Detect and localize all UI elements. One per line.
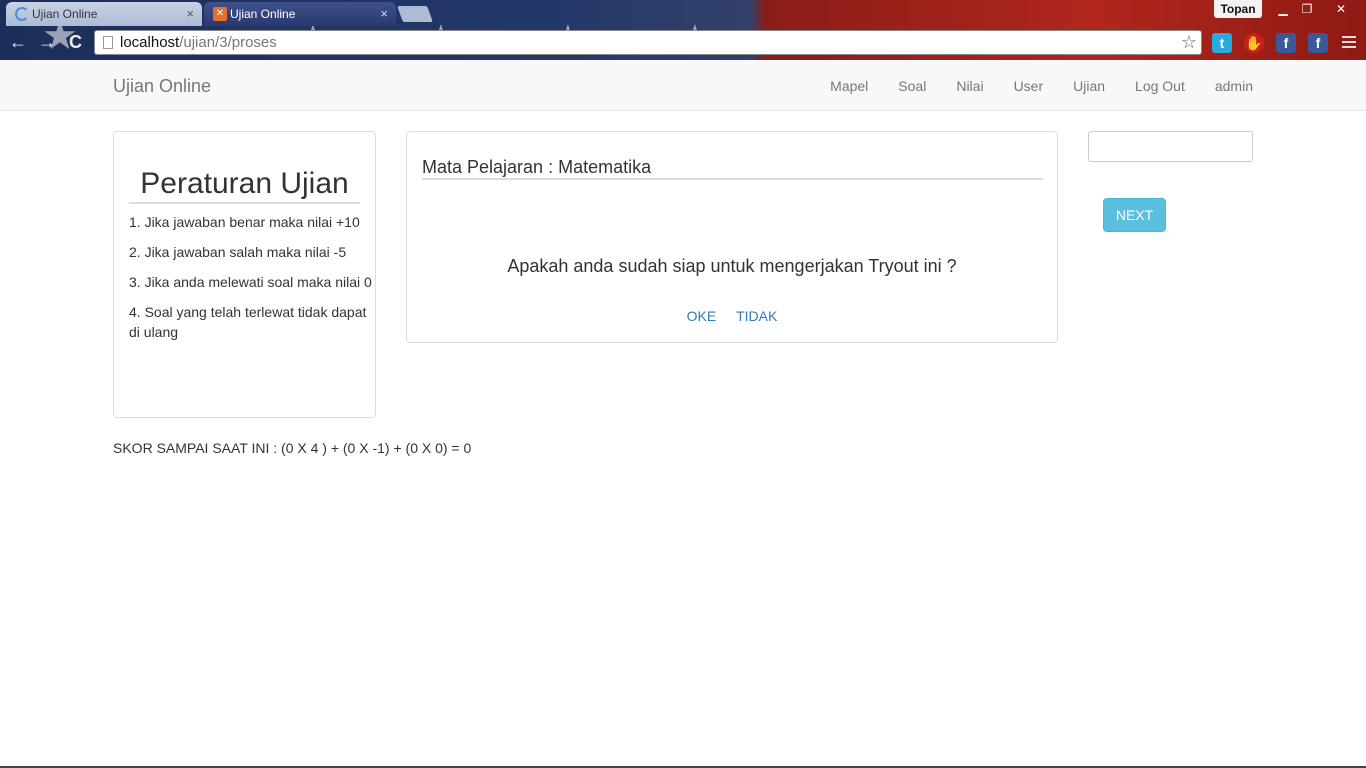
close-icon[interactable]: × <box>186 6 194 21</box>
twitter-icon[interactable]: t <box>1212 33 1232 53</box>
rules-list: 1. Jika jawaban benar maka nilai +10 2. … <box>129 212 375 352</box>
confirm-actions: OKE TIDAK <box>407 308 1057 324</box>
nav-link-mapel[interactable]: Mapel <box>815 60 883 110</box>
tab-title: Ujian Online <box>230 7 296 21</box>
browser-chrome: ★ ★ ★ ★ ★ Ujian Online × ✕ Ujian Online … <box>0 0 1366 60</box>
subject-heading: Mata Pelajaran : Matematika <box>422 156 1043 180</box>
page-icon <box>103 36 113 49</box>
nav-link-user[interactable]: User <box>999 60 1059 110</box>
back-button[interactable]: ← <box>9 32 27 52</box>
exam-panel: Mata Pelajaran : Matematika Apakah anda … <box>406 131 1058 343</box>
loading-icon <box>15 7 29 21</box>
navbar: Ujian Online Mapel Soal Nilai User Ujian… <box>0 60 1366 111</box>
close-icon[interactable]: × <box>380 6 388 21</box>
rules-title: Peraturan Ujian <box>129 166 360 204</box>
new-tab-button[interactable] <box>397 6 433 22</box>
browser-tab-active[interactable]: ✕ Ujian Online × <box>204 2 396 26</box>
nav-link-ujian[interactable]: Ujian <box>1058 60 1120 110</box>
cancel-link[interactable]: TIDAK <box>736 308 777 324</box>
ok-link[interactable]: OKE <box>687 308 717 324</box>
brand-link[interactable]: Ujian Online <box>113 76 211 97</box>
bookmark-star-icon[interactable]: ☆ <box>1181 31 1197 54</box>
rule-item: 1. Jika jawaban benar maka nilai +10 <box>129 214 360 230</box>
restore-button[interactable]: ❐ <box>1294 0 1320 18</box>
menu-icon[interactable] <box>1342 36 1356 51</box>
rule-item: 4. Soal yang telah terlewat tidak dapat … <box>129 304 367 340</box>
nav-link-nilai[interactable]: Nilai <box>941 60 998 110</box>
reload-button[interactable]: C <box>69 32 82 52</box>
profile-name[interactable]: Topan <box>1214 0 1262 18</box>
minimize-button[interactable]: ▁ <box>1270 0 1296 18</box>
close-window-button[interactable]: ✕ <box>1318 0 1364 18</box>
confirm-question: Apakah anda sudah siap untuk mengerjakan… <box>507 256 957 276</box>
address-bar[interactable]: localhost/ujian/3/proses ☆ <box>94 30 1202 55</box>
url-path: /ujian/3/proses <box>179 34 277 51</box>
url-host: localhost <box>120 34 180 51</box>
tab-title: Ujian Online <box>32 7 98 21</box>
next-button[interactable]: NEXT <box>1103 198 1166 232</box>
rule-item: 3. Jika anda melewati soal maka nilai 0 <box>129 274 372 290</box>
nav-link-soal[interactable]: Soal <box>883 60 941 110</box>
adblock-icon[interactable]: ✋ <box>1244 33 1264 53</box>
score-text: SKOR SAMPAI SAAT INI : (0 X 4 ) + (0 X -… <box>113 440 472 456</box>
nav-links: Mapel Soal Nilai User Ujian Log Out admi… <box>815 60 1253 110</box>
rules-panel: Peraturan Ujian 1. Jika jawaban benar ma… <box>113 131 376 418</box>
xampp-icon: ✕ <box>213 7 227 21</box>
browser-tab[interactable]: Ujian Online × <box>6 2 202 26</box>
nav-link-logout[interactable]: Log Out <box>1120 60 1200 110</box>
forward-button[interactable]: → <box>38 32 56 52</box>
nav-link-admin[interactable]: admin <box>1200 60 1253 110</box>
timer-field[interactable] <box>1088 131 1253 162</box>
facebook-icon[interactable]: f <box>1308 33 1328 53</box>
rule-item: 2. Jika jawaban salah maka nilai -5 <box>129 244 347 260</box>
facebook-icon[interactable]: f <box>1276 33 1296 53</box>
